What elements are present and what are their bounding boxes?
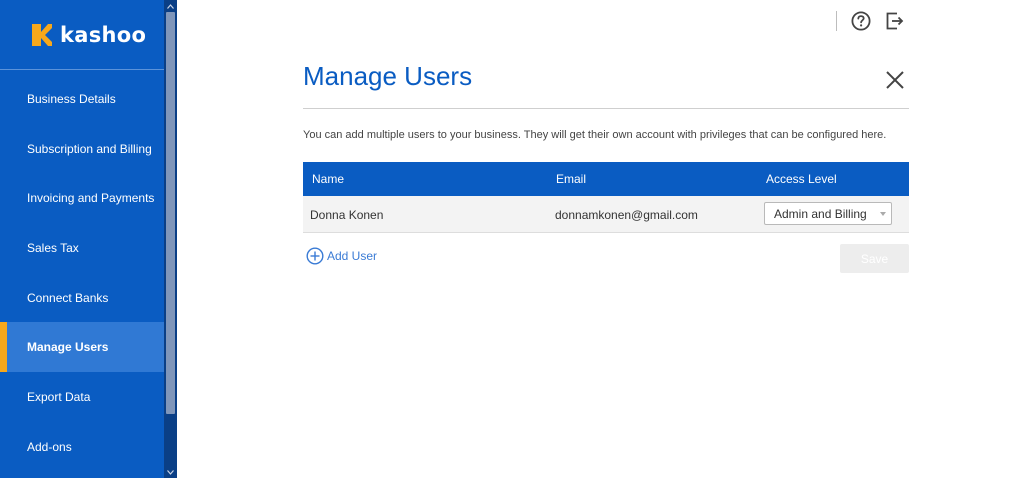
sidebar-item-label: Business Details [27,91,116,106]
sidebar-item-manage-users[interactable]: Manage Users [0,322,164,373]
logo-text: kashoo [60,23,147,47]
scroll-down-arrow-icon[interactable] [164,466,177,478]
sidebar-item-label: Sales Tax [27,240,79,255]
kashoo-logo[interactable]: kashoo [32,23,146,47]
page-title: Manage Users [303,61,473,91]
table-header: Name Email Access Level [303,162,909,196]
user-email-cell: donnamkonen@gmail.com [555,208,698,222]
save-button[interactable]: Save [840,244,909,273]
access-level-value: Admin and Billing [774,207,867,221]
sidebar-item-subscription-and-billing[interactable]: Subscription and Billing [0,124,164,174]
help-circle-icon[interactable] [851,11,871,31]
sidebar-item-business-details[interactable]: Business Details [0,74,164,124]
title-divider [303,108,909,109]
users-table: Name Email Access Level Donna Konen donn… [303,162,909,233]
sidebar-item-export-data[interactable]: Export Data [0,372,164,422]
close-icon[interactable] [885,70,905,90]
sidebar-item-sales-tax[interactable]: Sales Tax [0,223,164,273]
column-header-email: Email [556,172,587,186]
scrollbar-thumb[interactable] [166,12,175,414]
sidebar-item-connect-banks[interactable]: Connect Banks [0,273,164,323]
add-user-label: Add User [327,249,378,263]
sidebar-nav: Business Details Subscription and Billin… [0,74,164,472]
access-level-select[interactable]: Admin and Billing [764,202,892,225]
add-user-button[interactable]: Add User [306,247,377,265]
logout-icon[interactable] [885,11,905,31]
sidebar-item-invoicing-and-payments[interactable]: Invoicing and Payments [0,173,164,223]
sidebar-item-label: Subscription and Billing [27,141,152,156]
sidebar-item-label: Invoicing and Payments [27,191,155,206]
topbar-divider [836,11,837,31]
user-name-cell: Donna Konen [310,208,384,222]
table-row: Donna Konen donnamkonen@gmail.com Admin … [303,196,909,233]
scroll-up-arrow-icon[interactable] [164,0,177,12]
sidebar-item-label: Manage Users [27,340,109,355]
page-description: You can add multiple users to your busin… [303,129,887,141]
sidebar-scrollbar[interactable] [164,0,177,478]
app-window: kashoo Business Details Subscription and… [0,0,1024,478]
column-header-access-level: Access Level [766,172,837,186]
plus-circle-icon [306,247,324,265]
column-header-name: Name [312,172,345,186]
kashoo-logo-mark-icon [32,24,52,46]
chevron-down-icon [880,212,886,216]
sidebar-item-label: Export Data [27,389,91,404]
sidebar-item-label: Add-ons [27,439,72,454]
sidebar-item-label: Connect Banks [27,290,109,305]
sidebar-item-add-ons[interactable]: Add-ons [0,422,164,472]
sidebar-divider [0,69,164,70]
sidebar: kashoo Business Details Subscription and… [0,0,164,478]
